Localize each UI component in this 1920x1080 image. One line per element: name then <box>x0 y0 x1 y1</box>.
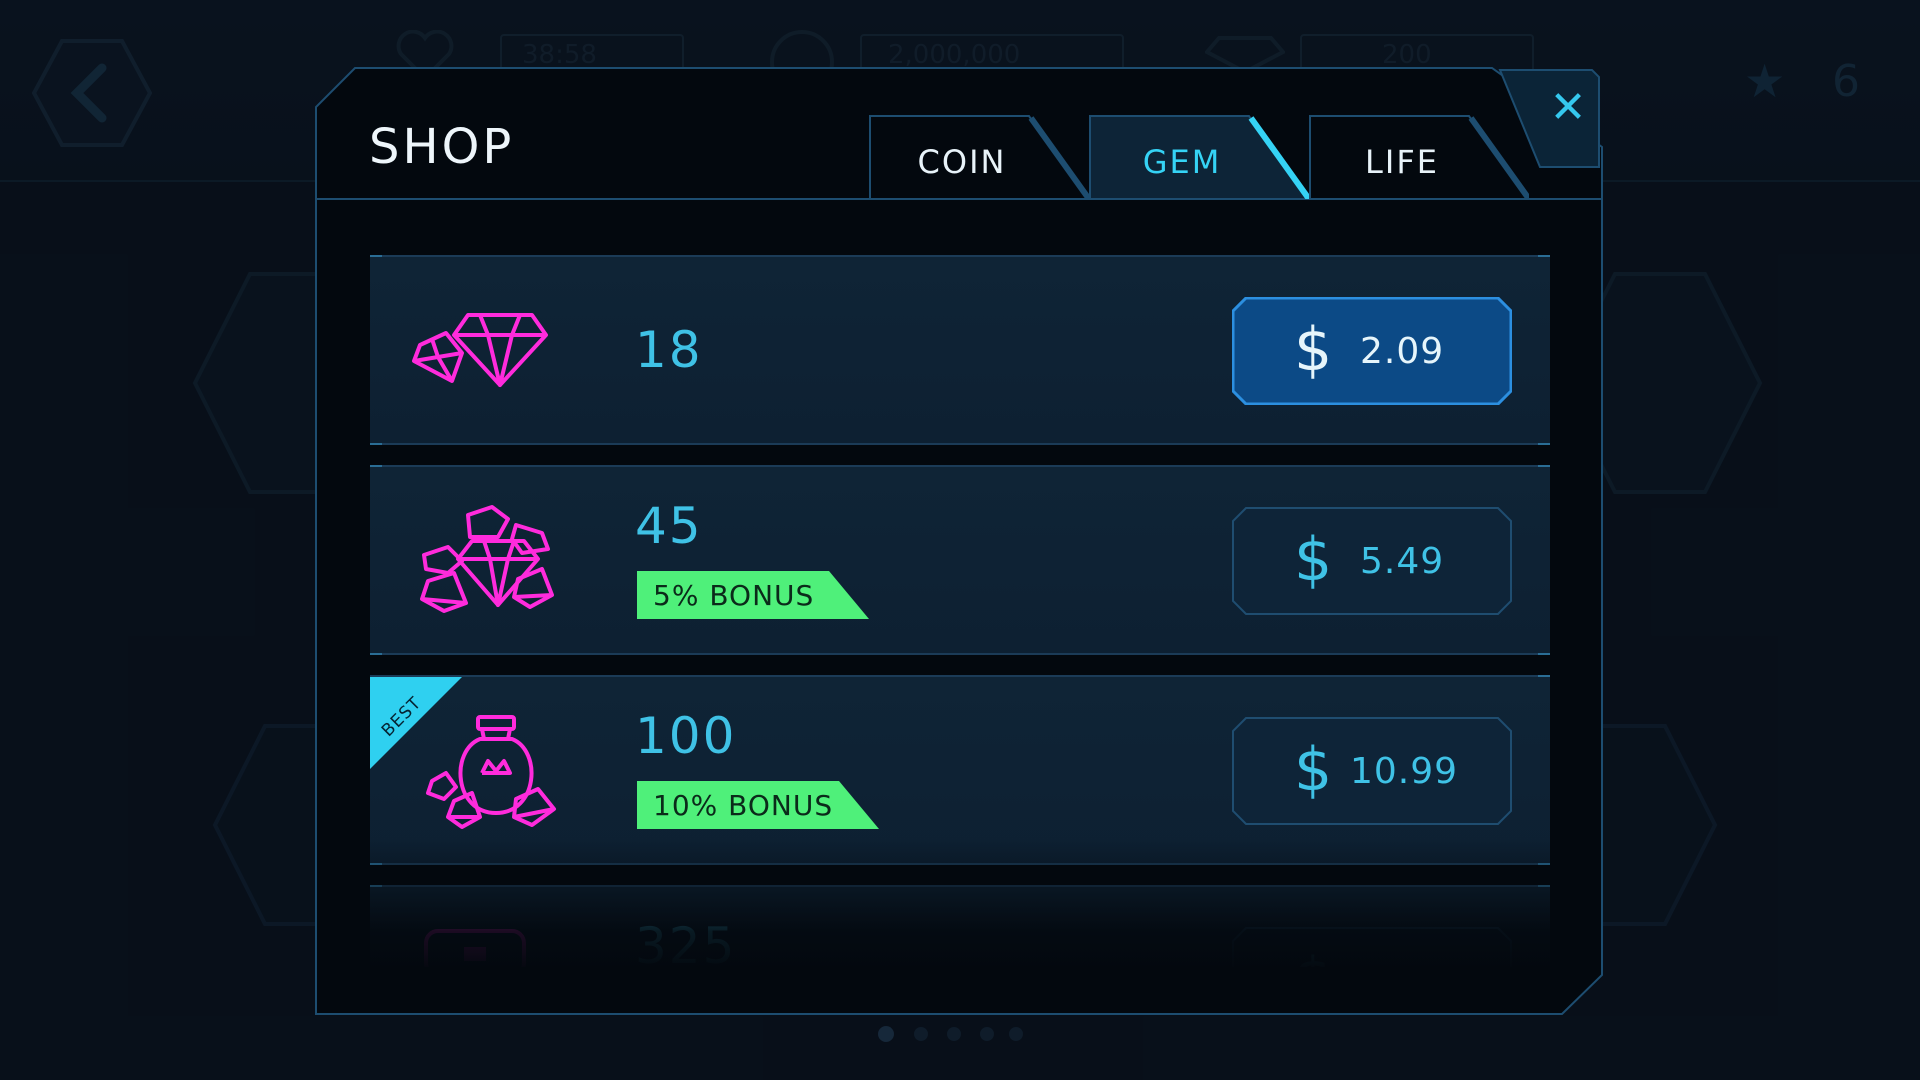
dollar-icon: $ <box>1294 315 1333 385</box>
gem-amount: 18 <box>635 321 703 379</box>
tab-coin[interactable]: COIN <box>869 115 1089 199</box>
shop-panel: SHOP COIN GEM LIFE ✕ 18 $ 2.09 45 5% BON… <box>315 67 1603 1015</box>
gem-amount: 100 <box>635 707 737 765</box>
tab-life[interactable]: LIFE <box>1309 115 1529 199</box>
gem-amount: 325 <box>635 917 737 967</box>
dollar-icon: $ <box>1294 525 1333 595</box>
gem-amount: 45 <box>635 497 703 555</box>
tab-gem-label: GEM <box>1142 143 1222 181</box>
price-label: 5.49 <box>1360 541 1445 582</box>
list-item: 18 $ 2.09 <box>370 255 1550 445</box>
buy-button[interactable]: $ 5.49 <box>1232 507 1512 615</box>
price-label: 10.99 <box>1350 751 1459 792</box>
bonus-label: 5% BONUS <box>653 579 815 612</box>
page-indicator <box>878 1026 1023 1042</box>
gem-pile-small-icon <box>412 313 548 387</box>
price-label: 2.09 <box>1360 331 1445 372</box>
gem-chest-icon <box>424 929 526 967</box>
shop-title: SHOP <box>369 119 515 175</box>
tab-gem[interactable]: GEM <box>1089 115 1309 199</box>
dollar-icon: $ <box>1294 735 1333 805</box>
gem-item-list[interactable]: 18 $ 2.09 45 5% BONUS $ 5.49 BEST 100 10… <box>370 255 1550 967</box>
bonus-label: 10% BONUS <box>653 789 834 822</box>
gem-pile-medium-icon <box>420 505 554 613</box>
tab-life-label: LIFE <box>1365 143 1439 181</box>
gem-bag-icon <box>426 715 556 829</box>
buy-button[interactable]: $ 10.99 <box>1232 717 1512 825</box>
close-icon[interactable]: ✕ <box>1543 83 1593 133</box>
bonus-tag: 10% BONUS <box>637 781 879 829</box>
dollar-icon: $ <box>1294 945 1332 967</box>
tab-coin-label: COIN <box>917 143 1007 181</box>
buy-button[interactable]: $ 2.09 <box>1232 297 1512 405</box>
bonus-tag: 5% BONUS <box>637 571 869 619</box>
list-item: 325 $ <box>370 885 1550 967</box>
list-item: 45 5% BONUS $ 5.49 <box>370 465 1550 655</box>
list-item: BEST 100 10% BONUS $ 10.99 <box>370 675 1550 865</box>
buy-button[interactable]: $ <box>1232 927 1512 967</box>
